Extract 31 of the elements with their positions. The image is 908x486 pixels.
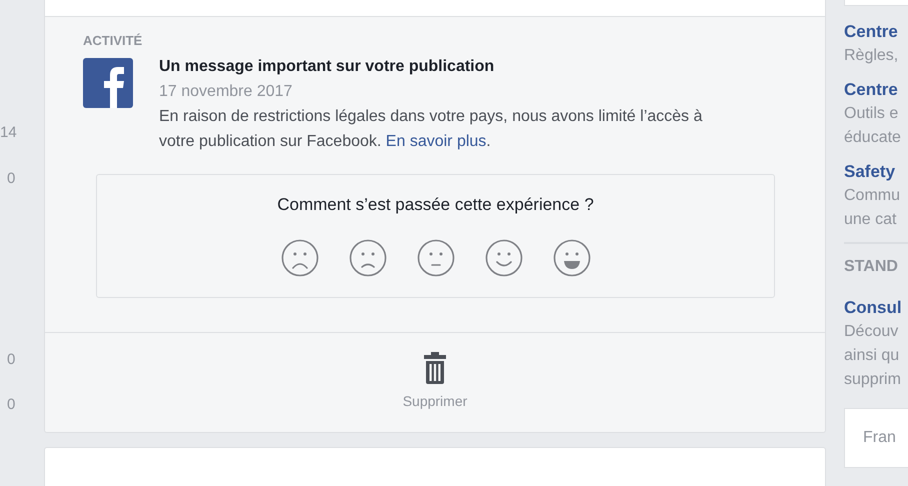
very-sad-face-icon[interactable] [280, 239, 318, 277]
sidebar-text: Outils e [844, 104, 898, 124]
sidebar-text: Découv [844, 322, 898, 342]
notice-date: 17 novembre 2017 [159, 82, 292, 102]
date-number: 0 [7, 351, 16, 369]
happy-face-icon[interactable] [484, 239, 522, 277]
learn-more-link[interactable]: En savoir plus [386, 133, 486, 150]
sidebar-text: supprim [844, 370, 901, 390]
sidebar-text: éducate [844, 128, 901, 148]
sidebar-heading: STAND [844, 258, 898, 276]
language-text: Fran [863, 429, 896, 446]
sad-face-icon[interactable] [348, 239, 386, 277]
very-happy-face-icon[interactable] [552, 239, 590, 277]
section-heading: ACTIVITÉ [83, 33, 142, 48]
sidebar-text: une cat [844, 210, 896, 230]
date-number: 0 [7, 396, 16, 414]
notice-message: En raison de restrictions légales dans votre pays, nous avons limité l’accès à votre publication sur Facebook. En savoir plus. [159, 107, 704, 152]
f-logo-icon [83, 58, 133, 108]
sidebar-text: Commu [844, 186, 900, 206]
date-number: 14 [0, 124, 17, 142]
date-number: 0 [7, 170, 16, 188]
neutral-face-icon[interactable] [416, 239, 454, 277]
trash-icon [422, 350, 448, 384]
sidebar-text: ainsi qu [844, 346, 900, 366]
sidebar-text: Règles, [844, 46, 898, 66]
notice-title: Un message important sur votre publication [159, 57, 494, 77]
sidebar-link[interactable]: Consul [844, 296, 902, 320]
sidebar-link[interactable]: Centre [844, 20, 898, 44]
feedback-question: Comment s’est passée cette expérience ? [277, 195, 594, 215]
sidebar-link[interactable]: Centre [844, 78, 898, 102]
sidebar-link[interactable]: Safety [844, 160, 896, 184]
